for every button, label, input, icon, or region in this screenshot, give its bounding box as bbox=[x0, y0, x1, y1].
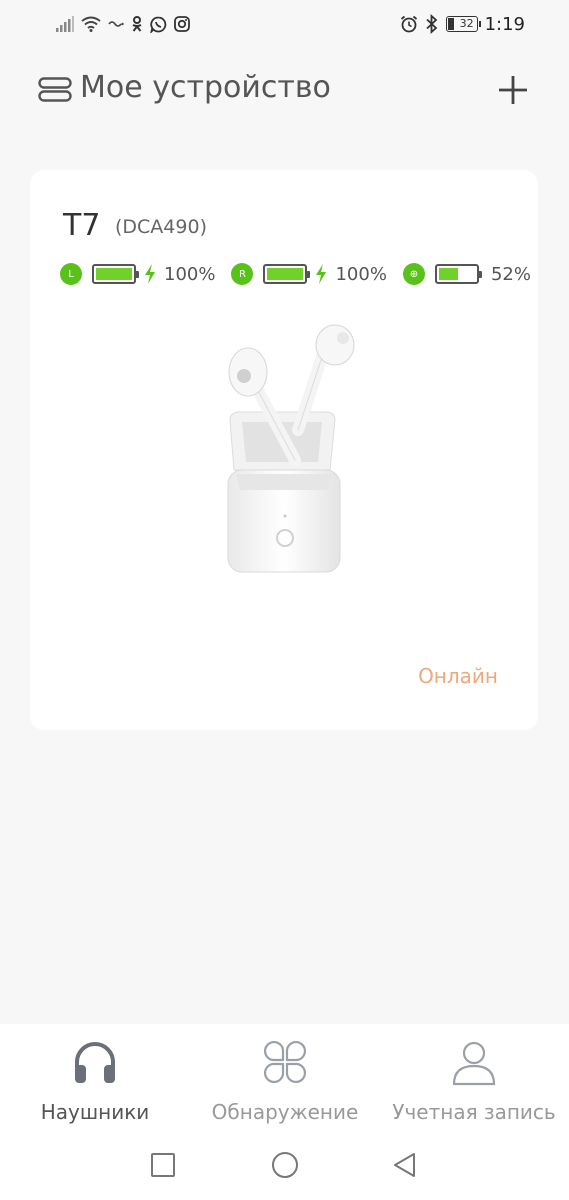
earbuds-product-image bbox=[227, 324, 355, 573]
alarm-icon bbox=[400, 15, 417, 33]
left-badge: L bbox=[60, 263, 82, 285]
signal-icon bbox=[56, 16, 74, 32]
battery-indicator: 32 bbox=[445, 16, 481, 32]
wifi-icon bbox=[81, 16, 101, 32]
case-battery: ⊕ 52% bbox=[402, 263, 531, 285]
nav-item-discover[interactable]: Обнаружение bbox=[190, 1038, 380, 1134]
nav-label-discover: Обнаружение bbox=[211, 1100, 359, 1124]
connection-status: Онлайн bbox=[418, 664, 498, 688]
device-card[interactable]: T7 (DCA490) L 100% R 100% ⊕ 52% Онлайн bbox=[30, 170, 538, 730]
battery-level-text: 32 bbox=[459, 17, 474, 30]
instagram-icon bbox=[174, 16, 190, 32]
battery-status-row: L 100% R 100% ⊕ 52% bbox=[60, 261, 531, 287]
nfc-icon bbox=[108, 21, 124, 27]
left-battery-percent: 100% bbox=[164, 263, 216, 285]
system-nav-bar bbox=[0, 1134, 569, 1200]
case-battery-icon bbox=[434, 264, 482, 284]
case-badge: ⊕ bbox=[402, 263, 425, 285]
home-icon[interactable] bbox=[270, 1150, 300, 1180]
charging-bolt-icon bbox=[316, 264, 327, 284]
right-earbud-battery: R 100% bbox=[231, 263, 387, 285]
bluetooth-icon bbox=[425, 14, 437, 34]
right-badge: R bbox=[231, 263, 254, 285]
nav-label-account: Учетная запись bbox=[392, 1100, 556, 1124]
left-battery-icon bbox=[92, 264, 139, 284]
device-model: (DCA490) bbox=[115, 216, 207, 238]
right-battery-icon bbox=[263, 264, 311, 284]
plus-icon[interactable] bbox=[495, 72, 531, 108]
right-battery-percent: 100% bbox=[335, 263, 387, 285]
nav-item-account[interactable]: Учетная запись bbox=[379, 1038, 569, 1134]
bottom-nav: Наушники Обнаружение Учетная запись bbox=[0, 1024, 569, 1134]
discover-icon bbox=[264, 1041, 306, 1083]
recent-apps-icon[interactable] bbox=[148, 1150, 178, 1180]
device-name: T7 bbox=[63, 208, 101, 243]
page-title: Мое устройство bbox=[80, 70, 331, 105]
back-icon[interactable] bbox=[390, 1150, 420, 1180]
whatsapp-icon bbox=[150, 16, 167, 33]
device-list-icon[interactable] bbox=[38, 77, 72, 103]
nav-label-headphones: Наушники bbox=[40, 1100, 150, 1124]
status-time: 1:19 bbox=[484, 13, 525, 35]
left-battery-fill bbox=[96, 268, 132, 280]
status-icons-left bbox=[56, 14, 190, 34]
odnoklassniki-icon bbox=[132, 16, 142, 32]
headphones-icon bbox=[75, 1042, 115, 1083]
account-icon bbox=[452, 1041, 496, 1086]
nav-item-headphones[interactable]: Наушники bbox=[0, 1038, 190, 1134]
status-icons-right: 32 1:19 bbox=[400, 12, 525, 36]
right-battery-fill bbox=[267, 268, 304, 280]
charging-bolt-icon bbox=[145, 264, 155, 284]
case-battery-fill bbox=[438, 268, 458, 280]
left-earbud-battery: L 100% bbox=[60, 263, 215, 285]
battery-level-fill bbox=[447, 18, 454, 30]
case-battery-percent: 52% bbox=[490, 263, 531, 285]
header: Мое устройство bbox=[0, 60, 569, 120]
status-bar: 32 1:19 bbox=[0, 0, 569, 48]
